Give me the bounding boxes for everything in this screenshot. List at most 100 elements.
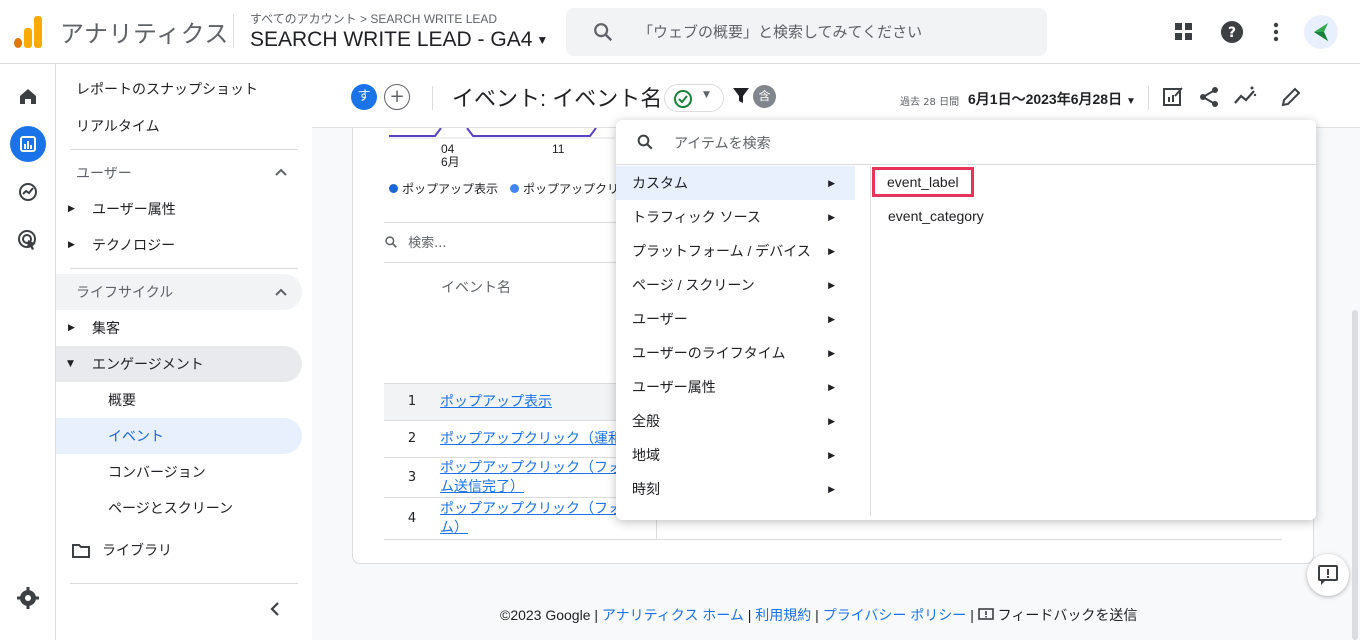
comparison-chip[interactable]: す xyxy=(351,84,377,110)
legend-item[interactable]: ポップアップクリ xyxy=(510,180,616,197)
legend-dot xyxy=(510,184,519,193)
search-placeholder: 「ウェブの概要」と検索してみてください xyxy=(638,23,923,41)
add-comparison-button[interactable]: + xyxy=(384,84,410,110)
nav-realtime[interactable]: リアルタイム xyxy=(76,108,160,144)
chevron-down-icon: ▼ xyxy=(1125,96,1136,107)
category-item-time[interactable]: 時刻 ▶ xyxy=(616,472,855,506)
filter-count-badge[interactable]: 含 xyxy=(753,85,776,108)
category-item-user[interactable]: ユーザー ▶ xyxy=(616,302,855,336)
top-bar: アナリティクス すべてのアカウント > SEARCH WRITE LEAD SE… xyxy=(0,0,1360,64)
x-tick-month: 6月 xyxy=(441,155,460,169)
date-range-label: 6月1日～2023年6月28日 xyxy=(968,91,1123,107)
category-item-geo[interactable]: 地域 ▶ xyxy=(616,438,855,472)
date-range-selector[interactable]: 6月1日～2023年6月28日 ▼ xyxy=(968,89,1136,109)
share-icon[interactable] xyxy=(1196,84,1222,110)
column-divider xyxy=(656,520,657,539)
avatar[interactable] xyxy=(1304,15,1338,49)
row-number: 3 xyxy=(407,470,417,485)
divider xyxy=(432,86,433,110)
insights-icon[interactable] xyxy=(1232,84,1258,110)
scrollbar[interactable] xyxy=(1352,310,1358,640)
dimension-search-input[interactable]: アイテムを検索 xyxy=(616,120,1316,165)
chevron-up-icon[interactable] xyxy=(274,167,288,177)
advertising-icon[interactable] xyxy=(10,222,46,258)
column-header-event-name[interactable]: イベント名 xyxy=(441,277,511,297)
table-row-link-cont[interactable]: ム） xyxy=(440,518,616,536)
edit-pencil-icon[interactable] xyxy=(1278,84,1304,110)
category-item-user-lifetime[interactable]: ユーザーのライフタイム ▶ xyxy=(616,336,855,370)
nav-acquisition[interactable]: 集客 xyxy=(92,310,120,346)
category-item-general[interactable]: 全般 ▶ xyxy=(616,404,855,438)
nav-events[interactable]: イベント xyxy=(108,418,164,454)
category-item-traffic-source[interactable]: トラフィック ソース ▶ xyxy=(616,200,855,234)
table-row-link[interactable]: ポップアップ表示 xyxy=(440,392,610,410)
home-icon[interactable] xyxy=(10,78,46,114)
search-icon xyxy=(385,236,397,248)
feedback-fab-button[interactable] xyxy=(1307,554,1349,596)
dimension-picker-panel: アイテムを検索 カスタム ▶ トラフィック ソース ▶ プラットフォーム / デバイ… xyxy=(616,120,1316,520)
row-number: 2 xyxy=(407,431,417,446)
nav-demographics[interactable]: ユーザー属性 xyxy=(92,191,176,227)
apps-grid-icon[interactable] xyxy=(1170,18,1198,46)
category-list: カスタム ▶ トラフィック ソース ▶ プラットフォーム / デバイス ▶ ページ /… xyxy=(616,166,871,516)
row-number: 4 xyxy=(407,511,417,526)
footer-feedback[interactable]: フィードバックを送信 xyxy=(977,607,1137,623)
category-item-platform-device[interactable]: プラットフォーム / デバイス ▶ xyxy=(616,234,855,268)
collapse-arrow-icon[interactable]: ▼ xyxy=(67,359,74,369)
divider xyxy=(384,539,1282,540)
chevron-up-icon[interactable] xyxy=(274,287,288,297)
dimension-item-event-category[interactable]: event_category xyxy=(888,208,984,224)
expand-arrow-icon[interactable]: ▶ xyxy=(68,323,75,333)
search-icon xyxy=(637,134,653,150)
chevron-right-icon: ▶ xyxy=(828,382,835,392)
collapse-nav-icon[interactable] xyxy=(268,601,282,617)
legend-label: ポップアップクリ xyxy=(523,182,616,196)
nav-reports-snapshot[interactable]: レポートのスナップショット xyxy=(76,71,258,107)
analytics-logo[interactable] xyxy=(14,16,44,48)
table-row-link[interactable]: ポップアップクリック（フォ xyxy=(440,458,616,476)
dimension-item-event-label[interactable]: event_label xyxy=(872,167,974,197)
divider xyxy=(384,420,616,421)
chevron-right-icon: ▶ xyxy=(828,484,835,494)
nav-conversions[interactable]: コンバージョン xyxy=(108,454,206,490)
table-row-link[interactable]: ポップアップクリック（運和 xyxy=(440,429,616,447)
divider xyxy=(70,583,298,584)
footer: ©2023 Google | アナリティクス ホーム | 利用規約 | プライバ… xyxy=(500,605,1137,625)
help-icon[interactable]: ? xyxy=(1218,18,1246,46)
nav-technology[interactable]: テクノロジー xyxy=(92,227,175,263)
table-row-link-cont[interactable]: ム送信完了） xyxy=(440,477,616,495)
footer-link-home[interactable]: アナリティクス ホーム xyxy=(602,607,744,623)
nav-section-lifecycle[interactable]: ライフサイクル xyxy=(76,274,173,310)
account-breadcrumb[interactable]: すべてのアカウント > SEARCH WRITE LEAD xyxy=(250,10,497,27)
category-item-custom[interactable]: カスタム ▶ xyxy=(616,166,855,200)
property-selector[interactable]: SEARCH WRITE LEAD - GA4 ▼ xyxy=(250,28,548,52)
footer-link-privacy[interactable]: プライバシー ポリシー xyxy=(823,607,967,623)
x-tick-label: 11 xyxy=(552,142,565,156)
account-logo-icon xyxy=(1314,23,1328,41)
search-input[interactable]: 「ウェブの概要」と検索してみてください xyxy=(566,8,1047,56)
customize-report-icon[interactable] xyxy=(1160,84,1186,110)
nav-library[interactable]: ライブラリ xyxy=(102,532,172,568)
nav-engagement[interactable]: エンゲージメント xyxy=(92,346,204,382)
category-item-page-screen[interactable]: ページ / スクリーン ▶ xyxy=(616,268,855,302)
reports-icon[interactable] xyxy=(10,126,46,162)
category-item-demographics[interactable]: ユーザー属性 ▶ xyxy=(616,370,855,404)
nav-engagement-overview[interactable]: 概要 xyxy=(108,382,136,418)
nav-section-user[interactable]: ユーザー xyxy=(76,155,132,191)
footer-link-terms[interactable]: 利用規約 xyxy=(755,607,811,623)
explore-icon[interactable] xyxy=(10,174,46,210)
more-vert-icon[interactable] xyxy=(1262,18,1290,46)
filter-icon[interactable] xyxy=(732,86,750,106)
legend-item[interactable]: ポップアップ表示 xyxy=(389,180,498,197)
app-brand: アナリティクス xyxy=(60,20,229,48)
chevron-down-icon: ▼ xyxy=(536,33,549,48)
settings-gear-icon[interactable] xyxy=(10,580,46,616)
data-quality-chip[interactable]: ▼ xyxy=(664,84,724,112)
table-search[interactable]: 検索... xyxy=(384,232,447,251)
expand-arrow-icon[interactable]: ▶ xyxy=(68,204,75,214)
nav-pages-screens[interactable]: ページとスクリーン xyxy=(108,490,233,526)
svg-text:?: ? xyxy=(1228,25,1236,41)
expand-arrow-icon[interactable]: ▶ xyxy=(68,240,75,250)
dimension-search-placeholder: アイテムを検索 xyxy=(674,136,771,152)
table-row-link[interactable]: ポップアップクリック（フォ xyxy=(440,499,616,517)
